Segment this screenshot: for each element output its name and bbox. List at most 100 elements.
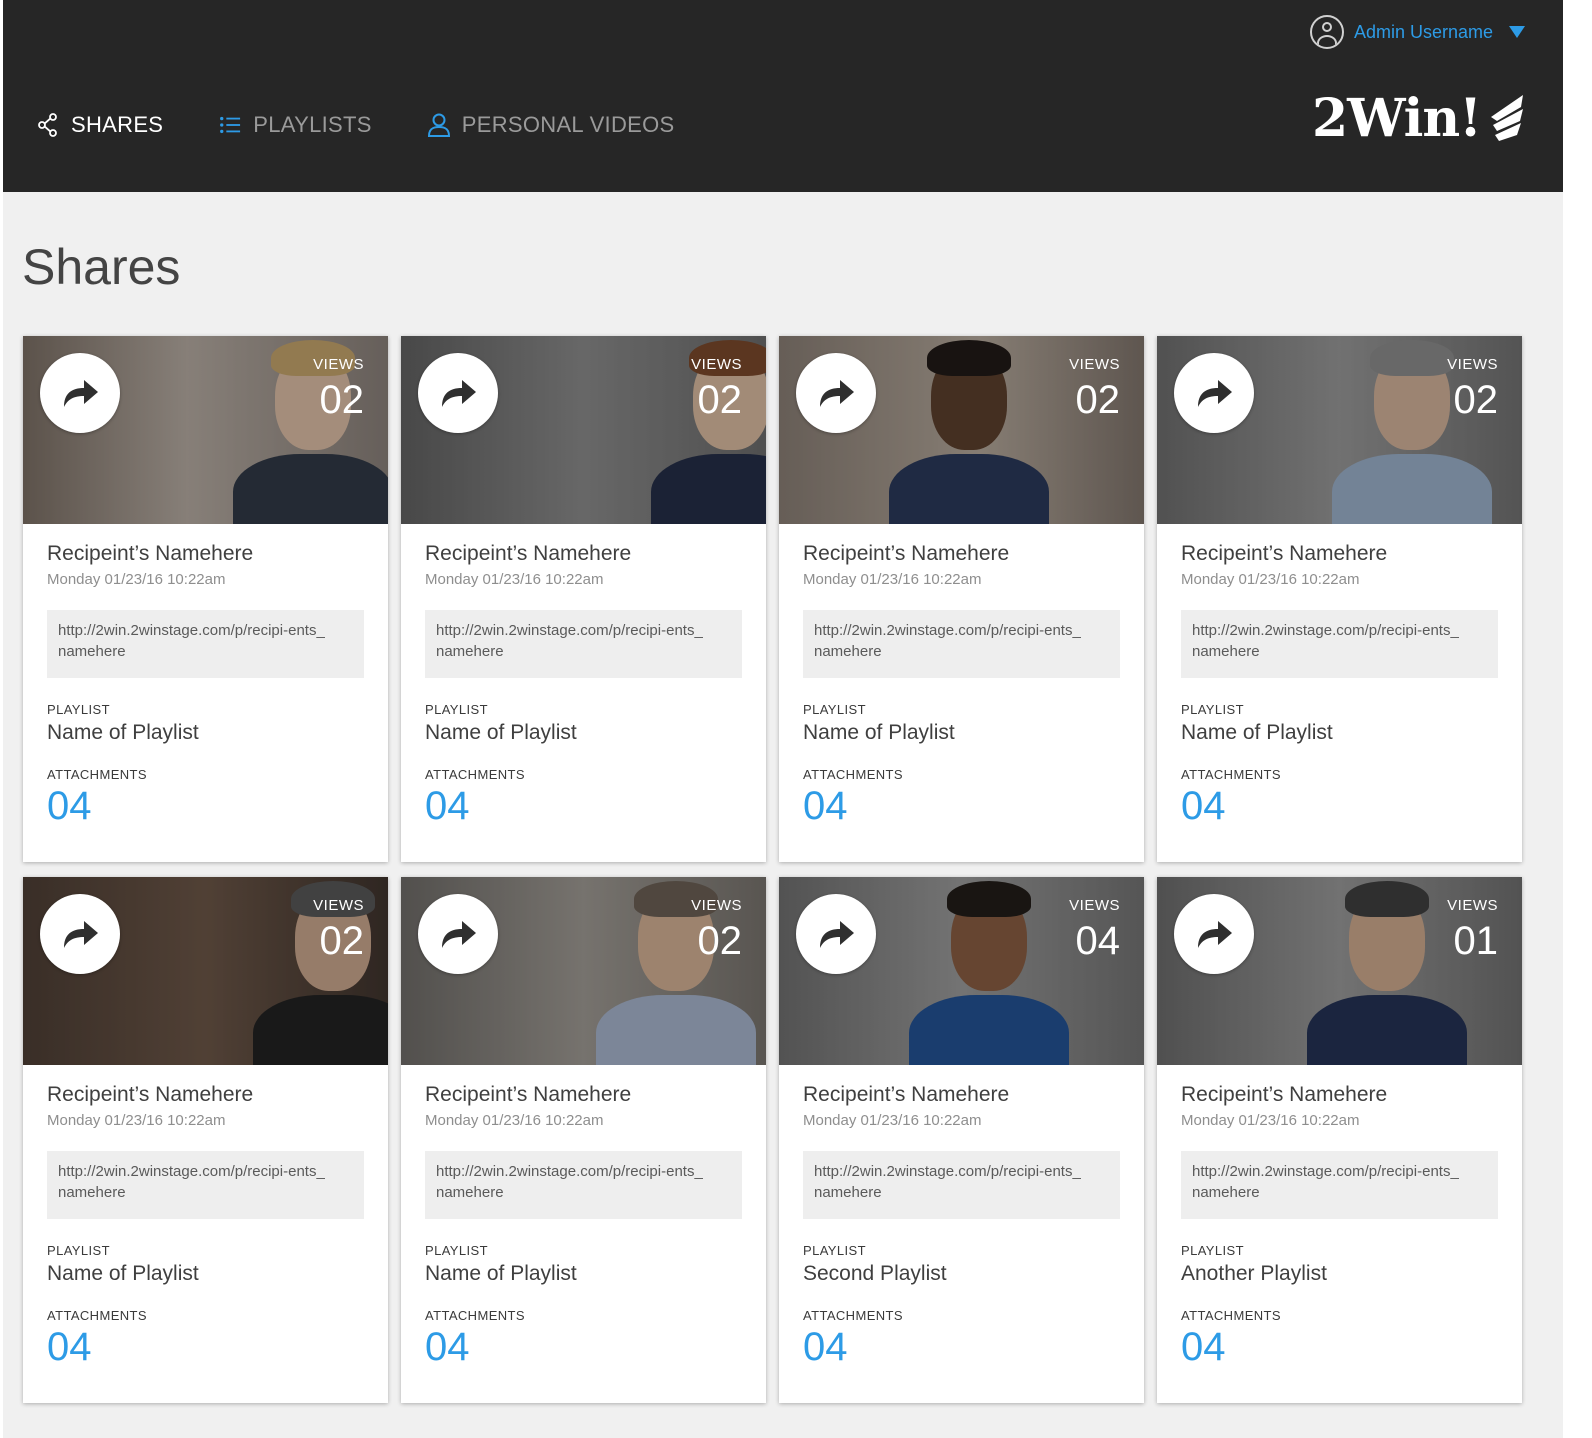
attachments-label: ATTACHMENTS — [1181, 1308, 1281, 1323]
attachments-label: ATTACHMENTS — [1181, 767, 1281, 782]
share-button[interactable] — [1174, 353, 1254, 433]
recipient-name: Recipeint’s Namehere — [425, 542, 632, 565]
playlist-label: PLAYLIST — [425, 702, 488, 717]
playlist-label: PLAYLIST — [1181, 1243, 1244, 1258]
share-button[interactable] — [1174, 894, 1254, 974]
attachments-label: ATTACHMENTS — [803, 1308, 903, 1323]
attachments-count: 04 — [803, 784, 848, 828]
share-button[interactable] — [40, 894, 120, 974]
forward-arrow-icon — [1198, 921, 1232, 948]
share-link[interactable]: http://2win.2winstage.com/p/recipi-ents_… — [47, 1151, 364, 1219]
share-button[interactable] — [418, 353, 498, 433]
views-label: VIEWS — [1447, 356, 1498, 373]
share-link[interactable]: http://2win.2winstage.com/p/recipi-ents_… — [47, 610, 364, 678]
playlist-name: Name of Playlist — [1181, 721, 1333, 744]
forward-arrow-icon — [442, 921, 476, 948]
share-link-text: http://2win.2winstage.com/p/recipi-ents_… — [1192, 1163, 1459, 1201]
username-label: Admin Username — [1353, 21, 1493, 42]
playlist-name: Second Playlist — [803, 1262, 947, 1285]
left-frame-edge — [0, 0, 3, 1438]
share-date: Monday 01/23/16 10:22am — [803, 1112, 982, 1129]
views-count: 02 — [697, 919, 743, 963]
recipient-name: Recipeint’s Namehere — [425, 1083, 632, 1106]
share-card: VIEWS 02 Recipeint’s Namehere Monday 01/2… — [401, 877, 766, 1403]
share-date: Monday 01/23/16 10:22am — [803, 571, 982, 588]
views-label: VIEWS — [691, 897, 742, 914]
person-icon — [427, 113, 450, 137]
share-link[interactable]: http://2win.2winstage.com/p/recipi-ents_… — [425, 1151, 742, 1219]
share-button[interactable] — [796, 353, 876, 433]
forward-arrow-icon — [64, 921, 98, 948]
share-link[interactable]: http://2win.2winstage.com/p/recipi-ents_… — [803, 610, 1120, 678]
share-button[interactable] — [796, 894, 876, 974]
recipient-name: Recipeint’s Namehere — [803, 1083, 1010, 1106]
playlist-name: Name of Playlist — [47, 1262, 199, 1285]
user-menu[interactable]: Admin Username — [1309, 14, 1525, 50]
forward-arrow-icon — [64, 380, 98, 407]
attachments-label: ATTACHMENTS — [47, 767, 147, 782]
right-frame-edge — [1563, 0, 1592, 1438]
share-link[interactable]: http://2win.2winstage.com/p/recipi-ents_… — [803, 1151, 1120, 1219]
share-date: Monday 01/23/16 10:22am — [425, 1112, 604, 1129]
playlist-label: PLAYLIST — [803, 702, 866, 717]
nav-personal-videos[interactable]: PERSONAL VIDEOS — [427, 112, 675, 138]
share-link[interactable]: http://2win.2winstage.com/p/recipi-ents_… — [1181, 1151, 1498, 1219]
share-card: VIEWS 02 Recipeint’s Namehere Monday 01/2… — [23, 877, 388, 1403]
share-link-text: http://2win.2winstage.com/p/recipi-ents_… — [58, 1163, 325, 1201]
nav-playlists[interactable]: PLAYLISTS — [219, 112, 371, 138]
recipient-photo: VIEWS 04 — [779, 877, 1144, 1065]
playlist-label: PLAYLIST — [1181, 702, 1244, 717]
nav-personal-videos-label: PERSONAL VIDEOS — [461, 112, 675, 137]
recipient-photo: VIEWS 02 — [779, 336, 1144, 524]
share-card: VIEWS 04 Recipeint’s Namehere Monday 01/2… — [779, 877, 1144, 1403]
attachments-count: 04 — [1181, 784, 1226, 828]
share-link[interactable]: http://2win.2winstage.com/p/recipi-ents_… — [425, 610, 742, 678]
attachments-count: 04 — [1181, 1325, 1226, 1369]
nav-shares[interactable]: SHARES — [37, 112, 163, 138]
share-card: VIEWS 02 Recipeint’s Namehere Monday 01/2… — [1157, 336, 1522, 862]
attachments-label: ATTACHMENTS — [425, 1308, 525, 1323]
views-label: VIEWS — [1069, 356, 1120, 373]
playlist-label: PLAYLIST — [47, 1243, 110, 1258]
attachments-count: 04 — [425, 784, 470, 828]
share-link[interactable]: http://2win.2winstage.com/p/recipi-ents_… — [1181, 610, 1498, 678]
main-nav: SHARES PLAYLISTS PERSONAL VIDEOS — [37, 112, 731, 138]
share-date: Monday 01/23/16 10:22am — [1181, 1112, 1360, 1129]
page-title: Shares — [22, 239, 181, 295]
views-count: 02 — [697, 378, 743, 422]
views-label: VIEWS — [1447, 897, 1498, 914]
views-count: 02 — [1453, 378, 1499, 422]
attachments-label: ATTACHMENTS — [47, 1308, 147, 1323]
views-count: 04 — [1075, 919, 1121, 963]
playlist-name: Another Playlist — [1181, 1262, 1327, 1285]
attachments-count: 04 — [425, 1325, 470, 1369]
forward-arrow-icon — [820, 380, 854, 407]
share-date: Monday 01/23/16 10:22am — [1181, 571, 1360, 588]
user-avatar-icon — [1309, 15, 1344, 49]
nav-playlists-label: PLAYLISTS — [253, 112, 372, 137]
attachments-count: 04 — [47, 784, 92, 828]
share-card: VIEWS 02 Recipeint’s Namehere Monday 01/2… — [23, 336, 388, 862]
share-card: VIEWS 02 Recipeint’s Namehere Monday 01/2… — [401, 336, 766, 862]
share-date: Monday 01/23/16 10:22am — [47, 1112, 226, 1129]
playlist-name: Name of Playlist — [425, 721, 577, 744]
top-header: Admin Username SHARES PLAYLISTS PERSONAL… — [3, 0, 1563, 192]
attachments-count: 04 — [803, 1325, 848, 1369]
playlist-label: PLAYLIST — [47, 702, 110, 717]
views-count: 01 — [1453, 919, 1499, 963]
views-label: VIEWS — [691, 356, 742, 373]
attachments-count: 04 — [47, 1325, 92, 1369]
share-button[interactable] — [418, 894, 498, 974]
views-count: 02 — [319, 919, 365, 963]
recipient-photo: VIEWS 02 — [401, 877, 766, 1065]
shares-grid: VIEWS 02 Recipeint’s Namehere Monday 01/2… — [23, 336, 1522, 1403]
share-card: VIEWS 02 Recipeint’s Namehere Monday 01/2… — [779, 336, 1144, 862]
share-button[interactable] — [40, 353, 120, 433]
views-label: VIEWS — [1069, 897, 1120, 914]
share-icon — [38, 113, 57, 137]
share-date: Monday 01/23/16 10:22am — [47, 571, 226, 588]
brand-logo[interactable]: 2Win! — [1312, 88, 1527, 149]
playlist-label: PLAYLIST — [425, 1243, 488, 1258]
recipient-name: Recipeint’s Namehere — [1181, 542, 1388, 565]
chevron-down-icon[interactable] — [1509, 26, 1525, 38]
